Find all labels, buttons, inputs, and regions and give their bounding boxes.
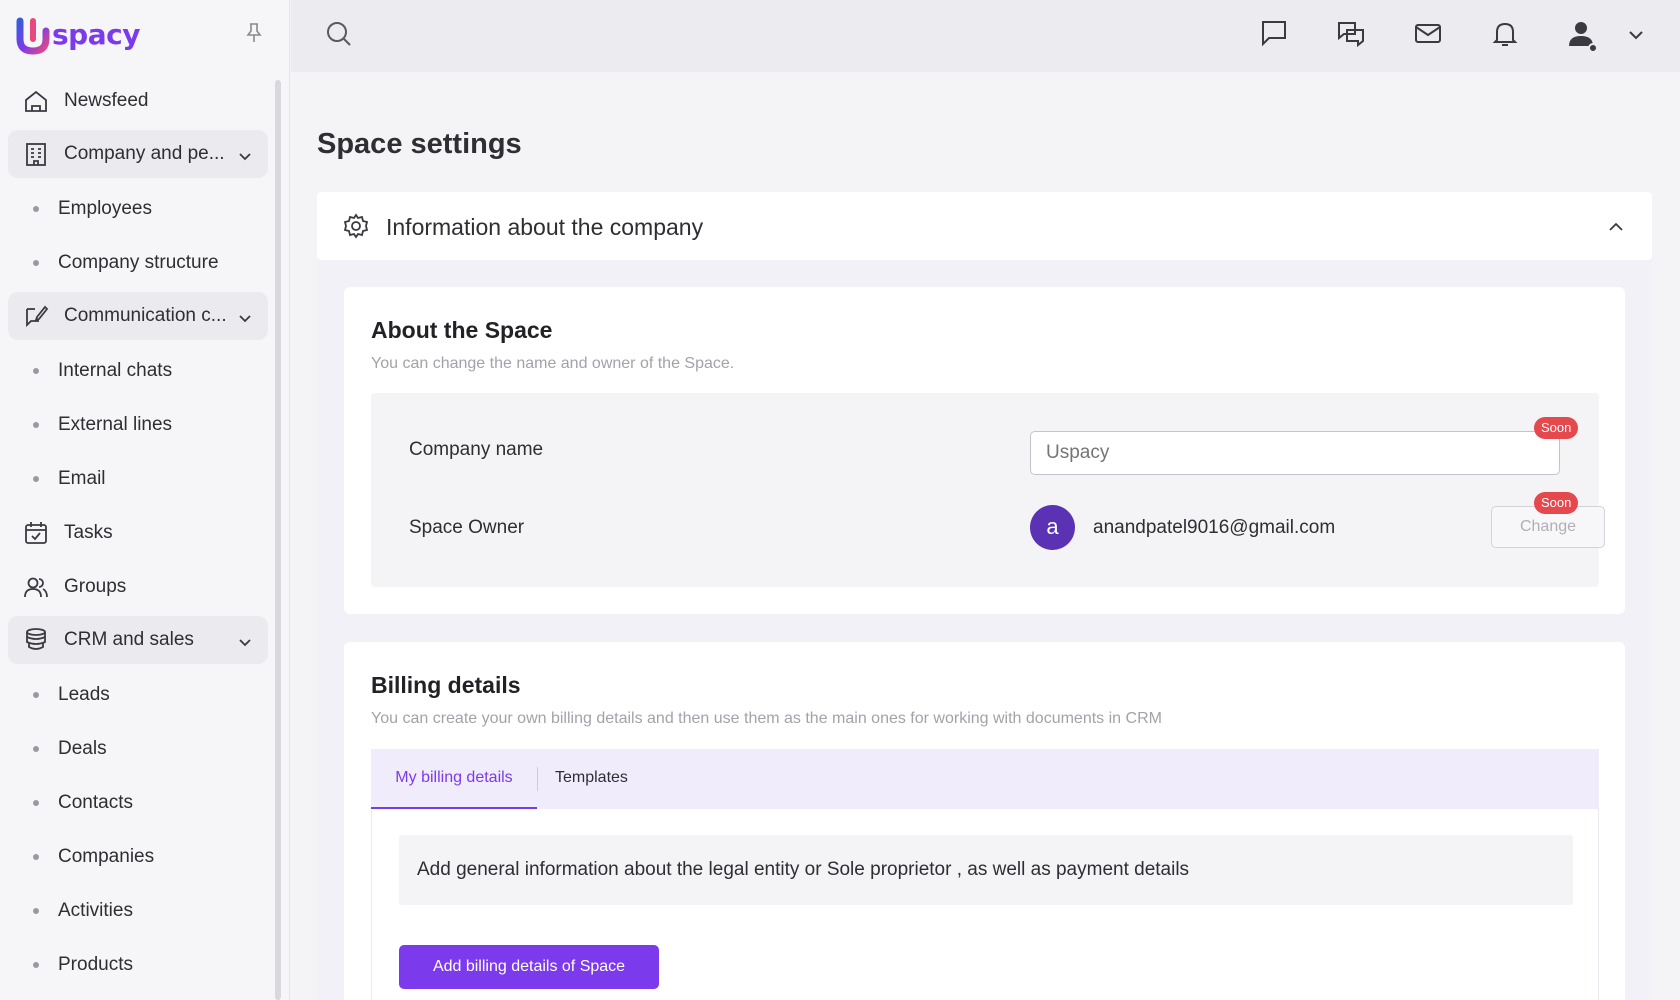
- sidebar-item-internal-chats[interactable]: Internal chats: [8, 346, 268, 396]
- sidebar-item-label: Newsfeed: [64, 90, 149, 111]
- chevron-down-icon: [238, 147, 252, 161]
- logo-text: spacy: [52, 17, 140, 51]
- chevron-down-icon: [238, 309, 252, 323]
- sidebar-item-leads[interactable]: Leads: [8, 670, 268, 720]
- sidebar-item-label: Products: [58, 954, 133, 975]
- sidebar-item-label: Contacts: [58, 792, 133, 813]
- card-title: About the Space: [371, 317, 553, 343]
- sidebar-item-label: Activities: [58, 900, 133, 921]
- sidebar-item-contacts[interactable]: Contacts: [8, 778, 268, 828]
- sidebar-item-label: Leads: [58, 684, 110, 705]
- space-owner-label: Space Owner: [409, 517, 525, 538]
- sidebar: spacy Newsfeed Company and pe... Employe…: [0, 0, 290, 1000]
- about-space-card: About the Space You can change the name …: [344, 287, 1625, 614]
- sidebar-item-label: Groups: [64, 576, 127, 597]
- sidebar-item-communication[interactable]: Communication c...: [8, 292, 268, 340]
- page-title: Space settings: [317, 128, 522, 160]
- main-content: Space settings Information about the com…: [291, 72, 1680, 1000]
- card-title: Billing details: [371, 672, 521, 698]
- sidebar-item-crm[interactable]: CRM and sales: [8, 616, 268, 664]
- billing-tab-panel: Add general information about the legal …: [371, 809, 1599, 1000]
- billing-tabs: My billing details Templates: [371, 749, 1599, 809]
- add-billing-details-button[interactable]: Add billing details of Space: [399, 945, 659, 989]
- home-icon: [22, 87, 50, 115]
- soon-badge: Soon: [1534, 417, 1579, 439]
- sidebar-item-groups[interactable]: Groups: [8, 562, 268, 612]
- mail-icon[interactable]: [1413, 18, 1445, 50]
- tab-my-billing-details[interactable]: My billing details: [371, 749, 537, 809]
- gear-icon: [343, 213, 369, 239]
- accordion-title: Information about the company: [386, 214, 704, 240]
- logo[interactable]: spacy: [16, 16, 140, 56]
- topbar: [291, 0, 1680, 72]
- bell-icon[interactable]: [1490, 18, 1522, 50]
- users-icon: [22, 573, 50, 601]
- sidebar-item-label: External lines: [58, 414, 173, 435]
- billing-hint-box: Add general information about the legal …: [399, 835, 1573, 905]
- sidebar-item-companies[interactable]: Companies: [8, 832, 268, 882]
- sidebar-item-company[interactable]: Company and pe...: [8, 130, 268, 178]
- billing-hint-text: Add general information about the legal …: [417, 859, 1190, 880]
- sidebar-item-newsfeed[interactable]: Newsfeed: [8, 76, 268, 126]
- sidebar-item-label: Employees: [58, 198, 152, 219]
- billing-details-card: Billing details You can create your own …: [344, 642, 1625, 1000]
- owner-email: anandpatel9016@gmail.com: [1093, 517, 1336, 538]
- pin-icon[interactable]: [244, 22, 264, 44]
- soon-badge: Soon: [1534, 492, 1579, 514]
- tab-templates[interactable]: Templates: [555, 749, 628, 809]
- card-subtitle: You can create your own billing details …: [371, 710, 1162, 727]
- sidebar-item-label: Communication c...: [64, 305, 227, 326]
- sidebar-item-tasks[interactable]: Tasks: [8, 508, 268, 558]
- sidebar-item-products[interactable]: Products: [8, 940, 268, 990]
- sidebar-item-external-lines[interactable]: External lines: [8, 400, 268, 450]
- chats-icon[interactable]: [1336, 18, 1368, 50]
- sidebar-item-email[interactable]: Email: [8, 454, 268, 504]
- chevron-up-icon[interactable]: [1608, 220, 1624, 232]
- chevron-down-icon: [238, 633, 252, 647]
- sidebar-item-label: Email: [58, 468, 106, 489]
- sidebar-item-label: Companies: [58, 846, 155, 867]
- sidebar-item-label: Deals: [58, 738, 107, 759]
- accordion-header[interactable]: Information about the company: [317, 192, 1652, 260]
- chevron-down-icon[interactable]: [1627, 26, 1645, 44]
- logo-mark-icon: [16, 17, 50, 55]
- company-name-input[interactable]: [1030, 431, 1560, 475]
- sidebar-item-employees[interactable]: Employees: [8, 184, 268, 234]
- sidebar-item-activities[interactable]: Activities: [8, 886, 268, 936]
- database-icon: [22, 626, 50, 654]
- card-subtitle: You can change the name and owner of the…: [371, 355, 735, 372]
- search-icon[interactable]: [325, 20, 357, 52]
- user-icon[interactable]: [1566, 18, 1598, 53]
- sidebar-item-label: Company structure: [58, 252, 219, 273]
- sidebar-item-label: Tasks: [64, 522, 113, 543]
- chat-icon[interactable]: [1259, 18, 1291, 50]
- sidebar-item-company-structure[interactable]: Company structure: [8, 238, 268, 288]
- sidebar-nav: Newsfeed Company and pe... Employees Com…: [8, 76, 268, 994]
- sidebar-scrollbar[interactable]: [275, 80, 281, 1000]
- avatar: a: [1030, 505, 1075, 550]
- space-info-box: Company name Soon Space Owner a anandpat…: [371, 393, 1605, 587]
- sidebar-item-label: Internal chats: [58, 360, 173, 381]
- company-name-label: Company name: [409, 439, 544, 460]
- company-info-accordion: Information about the company About the …: [317, 192, 1652, 1000]
- chat-edit-icon: [22, 302, 50, 330]
- sidebar-item-label: Company and pe...: [64, 143, 225, 164]
- sidebar-item-label: CRM and sales: [64, 629, 194, 650]
- building-icon: [22, 140, 50, 168]
- sidebar-item-deals[interactable]: Deals: [8, 724, 268, 774]
- calendar-icon: [22, 519, 50, 547]
- tab-divider: [537, 767, 538, 791]
